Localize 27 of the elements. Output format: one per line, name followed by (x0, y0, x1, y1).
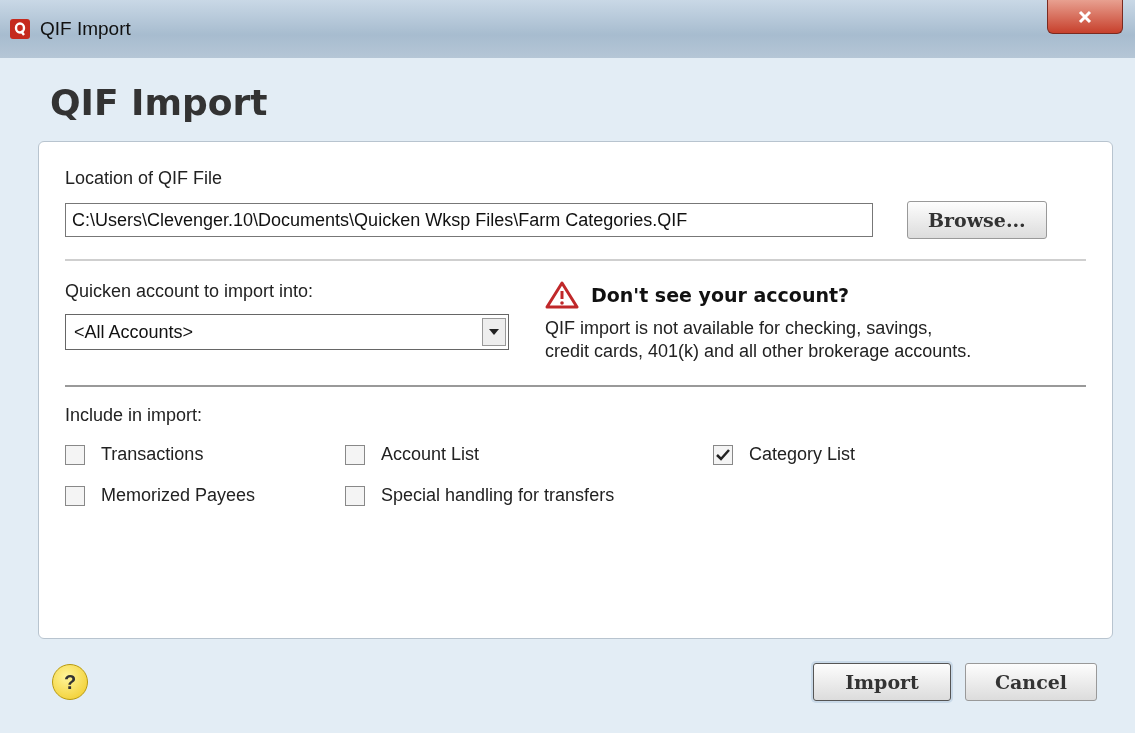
app-logo-icon (10, 19, 30, 39)
dialog-heading: QIF Import (50, 82, 269, 123)
checkbox[interactable] (713, 444, 733, 465)
file-path-field[interactable]: C:\Users\Clevenger.10\Documents\Quicken Wksp Files\Farm Categories.QIF (65, 203, 873, 237)
checkbox[interactable] (345, 485, 365, 506)
field-label: Location of QIF File (65, 168, 224, 189)
account-dropdown[interactable]: <All Accounts> (65, 314, 509, 350)
dialog-button[interactable]: Import (813, 663, 951, 701)
field-label: Quicken account to import into: (65, 281, 315, 302)
checkbox-option[interactable]: Category List (713, 444, 1086, 465)
close-icon (1078, 9, 1092, 24)
browse-button[interactable]: Browse... (907, 201, 1047, 239)
checkbox-option[interactable]: Special handling for transfers (345, 485, 713, 506)
warning-title: Don't see your account? (591, 284, 850, 306)
close-button[interactable] (1047, 0, 1123, 34)
checkbox[interactable] (65, 485, 85, 506)
checkbox-option[interactable]: Account List (345, 444, 713, 465)
warning-text: QIF import is not available for checking, savings, credit cards, 401(k) and all other brokerage accounts. (545, 317, 973, 363)
dialog-button[interactable]: Cancel (965, 663, 1097, 701)
checkbox[interactable] (65, 444, 85, 465)
window-title: QIF Import (40, 18, 131, 40)
checkbox-option[interactable]: Transactions (65, 444, 345, 465)
checkbox-option[interactable]: Memorized Payees (65, 485, 345, 506)
warning-icon (545, 281, 579, 309)
section-label: Include in import: (65, 405, 204, 426)
checkbox[interactable] (345, 444, 365, 465)
help-button[interactable]: ? (52, 664, 88, 700)
